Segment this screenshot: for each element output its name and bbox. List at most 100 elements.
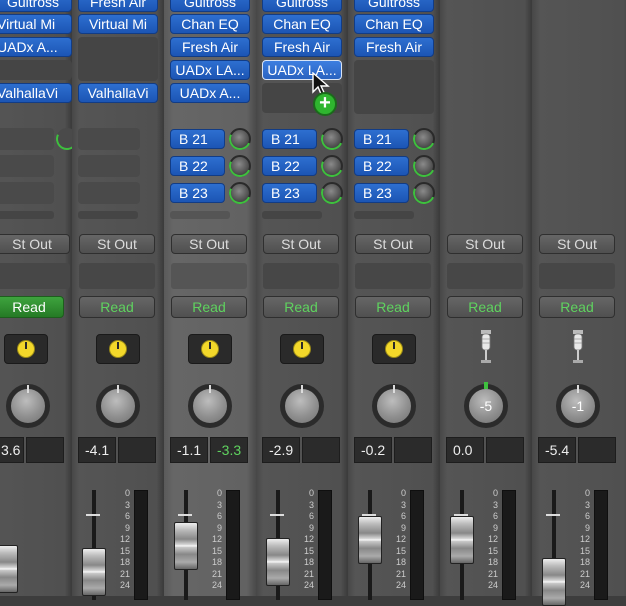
empty-send-slot[interactable] [0, 155, 54, 177]
output-button[interactable]: St Out [171, 234, 247, 254]
volume-fader[interactable] [450, 516, 474, 564]
automation-mode-button[interactable]: Read [447, 296, 523, 318]
volume-fader[interactable] [542, 558, 566, 606]
send-level-knob[interactable] [229, 182, 251, 204]
io-button[interactable] [4, 334, 48, 364]
io-button[interactable] [372, 334, 416, 364]
plugin-slot[interactable]: Chan EQ [170, 14, 250, 34]
empty-send-slot[interactable] [0, 182, 54, 204]
output-button[interactable]: St Out [355, 234, 431, 254]
pan-knob[interactable] [372, 384, 416, 428]
group-slot[interactable] [79, 263, 155, 289]
pan-knob[interactable] [188, 384, 232, 428]
plugin-slot[interactable]: ValhallaVi [0, 83, 72, 103]
pan-knob[interactable]: -5 [464, 382, 508, 428]
plugin-slot[interactable]: Virtual Mi [78, 14, 158, 34]
send-slot[interactable]: B 22 [170, 156, 225, 176]
io-button[interactable] [188, 334, 232, 364]
fader-scale: 0 3 6 9 12 15 18 21 24 [487, 488, 498, 590]
plugin-slot[interactable]: ValhallaVi [78, 83, 158, 103]
send-level-knob[interactable] [413, 155, 435, 177]
level-meter [502, 490, 516, 600]
send-level-knob[interactable] [229, 128, 251, 150]
send-slot[interactable]: B 23 [354, 183, 409, 203]
fader-scale: 0 3 6 9 12 15 18 21 24 [579, 488, 590, 590]
volume-readout: 0.0 [446, 437, 484, 463]
plugin-slot[interactable]: Virtual Mi [0, 14, 72, 34]
automation-mode-button[interactable]: Read [263, 296, 339, 318]
plugin-slot-dragging[interactable]: UADx LA... [262, 60, 342, 80]
volume-fader[interactable] [82, 548, 106, 596]
channel-strip-1: Guitross Virtual Mi UADx A... ValhallaVi… [0, 0, 78, 596]
output-button[interactable]: St Out [447, 234, 523, 254]
volume-readout: -0.2 [354, 437, 392, 463]
automation-mode-button[interactable]: Read [171, 296, 247, 318]
plugin-slot[interactable]: Guitross [0, 0, 72, 12]
level-meter [226, 490, 240, 600]
output-button[interactable]: St Out [79, 234, 155, 254]
send-level-knob[interactable] [321, 155, 343, 177]
send-slot[interactable]: B 22 [262, 156, 317, 176]
send-level-knob[interactable] [321, 182, 343, 204]
send-slot[interactable]: B 21 [262, 129, 317, 149]
group-slot[interactable] [447, 263, 523, 289]
pan-knob[interactable]: -1 [556, 384, 600, 428]
plugin-slot[interactable]: Guitross [354, 0, 434, 12]
input-monitor-icon [385, 340, 403, 358]
group-slot[interactable] [263, 263, 339, 289]
io-button[interactable] [96, 334, 140, 364]
plugin-slot[interactable]: Fresh Air [78, 0, 158, 12]
send-divider [354, 211, 414, 219]
channel-strip-6: St Out Read -5 0.0 0 3 6 9 12 15 18 21 24 [440, 0, 533, 600]
send-slot[interactable]: B 23 [170, 183, 225, 203]
plugin-slot[interactable]: Fresh Air [354, 37, 434, 57]
send-level-knob[interactable] [413, 128, 435, 150]
volume-fader[interactable] [358, 516, 382, 564]
plugin-slot[interactable]: Chan EQ [354, 14, 434, 34]
send-level-knob[interactable] [413, 182, 435, 204]
empty-plugin-slot[interactable] [78, 37, 158, 81]
automation-mode-button[interactable]: Read [79, 296, 155, 318]
empty-send-slot[interactable] [78, 182, 140, 204]
unity-marker [270, 514, 284, 516]
output-button[interactable]: St Out [263, 234, 339, 254]
automation-mode-button[interactable]: Read [355, 296, 431, 318]
volume-fader[interactable] [0, 545, 18, 593]
automation-mode-button[interactable]: Read [0, 296, 64, 318]
empty-send-slot[interactable] [0, 128, 54, 150]
volume-fader[interactable] [266, 538, 290, 586]
output-button[interactable]: St Out [0, 234, 70, 254]
pan-knob[interactable] [280, 384, 324, 428]
send-slot[interactable]: B 21 [170, 129, 225, 149]
send-slot[interactable]: B 21 [354, 129, 409, 149]
empty-plugin-slot[interactable] [0, 60, 72, 80]
plugin-slot[interactable]: Guitross [170, 0, 250, 12]
group-slot[interactable] [171, 263, 247, 289]
empty-send-slot[interactable] [78, 128, 140, 150]
send-level-knob[interactable] [229, 155, 251, 177]
send-slot[interactable]: B 22 [354, 156, 409, 176]
plugin-slot[interactable]: Guitross [262, 0, 342, 12]
pan-knob[interactable] [6, 384, 50, 428]
empty-plugin-slot[interactable] [354, 60, 434, 114]
plugin-slot[interactable]: Fresh Air [170, 37, 250, 57]
group-slot[interactable] [355, 263, 431, 289]
plugin-slot[interactable]: Fresh Air [262, 37, 342, 57]
plugin-slot[interactable]: UADx A... [0, 37, 72, 57]
pan-knob[interactable] [96, 384, 140, 428]
empty-send-slot[interactable] [78, 155, 140, 177]
microphone-icon [481, 330, 491, 363]
channel-strip-3: Guitross Chan EQ Fresh Air UADx LA... UA… [164, 0, 257, 600]
automation-mode-button[interactable]: Read [539, 296, 615, 318]
volume-fader[interactable] [174, 522, 198, 570]
plugin-slot[interactable]: UADx A... [170, 83, 250, 103]
output-button[interactable]: St Out [539, 234, 615, 254]
plugin-slot[interactable]: UADx LA... [170, 60, 250, 80]
io-button[interactable] [280, 334, 324, 364]
send-level-knob[interactable] [321, 128, 343, 150]
group-slot[interactable] [0, 263, 70, 289]
plugin-slot[interactable]: Chan EQ [262, 14, 342, 34]
volume-readout: -5.4 [538, 437, 576, 463]
send-slot[interactable]: B 23 [262, 183, 317, 203]
group-slot[interactable] [539, 263, 615, 289]
